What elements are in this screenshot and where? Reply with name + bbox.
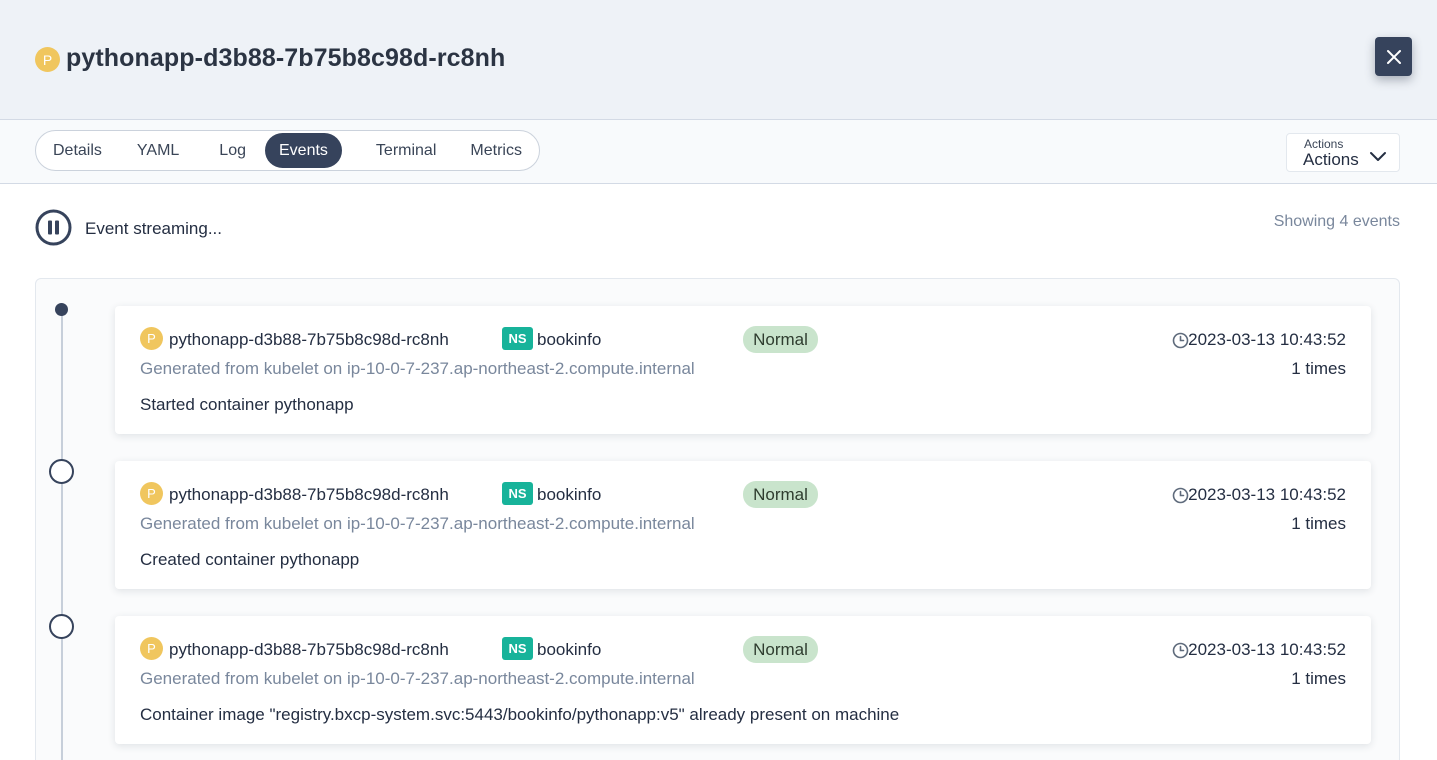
namespace-badge: NS	[502, 482, 533, 505]
tab-log[interactable]: Log	[200, 133, 265, 168]
tab-metrics[interactable]: Metrics	[456, 133, 536, 168]
tab-details[interactable]: Details	[39, 133, 116, 168]
event-type-badge: Normal	[743, 481, 818, 508]
event-stream-status: Event streaming... Showing 4 events	[35, 209, 1400, 247]
pod-type-badge: P	[140, 637, 163, 660]
event-type-badge: Normal	[743, 636, 818, 663]
close-icon	[1386, 49, 1401, 64]
event-card: P pythonapp-d3b88-7b75b8c98d-rc8nh NS bo…	[115, 461, 1371, 589]
event-count-times: 1 times	[1291, 514, 1346, 533]
page-title: pythonapp-d3b88-7b75b8c98d-rc8nh	[66, 44, 506, 72]
actions-dropdown[interactable]: Actions Actions	[1286, 133, 1400, 172]
event-time: 2023-03-13 10:43:52	[1188, 330, 1346, 349]
event-pod-link[interactable]: pythonapp-d3b88-7b75b8c98d-rc8nh	[169, 640, 449, 660]
namespace-badge: NS	[502, 637, 533, 660]
event-time: 2023-03-13 10:43:52	[1188, 640, 1346, 659]
event-time: 2023-03-13 10:43:52	[1188, 485, 1346, 504]
close-button[interactable]	[1375, 37, 1412, 76]
tab-terminal[interactable]: Terminal	[342, 133, 456, 168]
timeline-dot	[49, 614, 74, 639]
actions-label: Actions	[1303, 150, 1359, 169]
timeline-line	[61, 310, 63, 760]
chevron-down-icon	[1370, 152, 1386, 161]
clock-icon	[1172, 487, 1189, 504]
tab-yaml[interactable]: YAML	[116, 133, 200, 168]
clock-icon	[1172, 642, 1189, 659]
event-type-badge: Normal	[743, 326, 818, 353]
event-card: P pythonapp-d3b88-7b75b8c98d-rc8nh NS bo…	[115, 616, 1371, 744]
event-namespace-link[interactable]: bookinfo	[537, 330, 601, 350]
actions-small-label: Actions	[1304, 137, 1344, 151]
drawer-header: P pythonapp-d3b88-7b75b8c98d-rc8nh	[0, 0, 1437, 120]
event-card: P pythonapp-d3b88-7b75b8c98d-rc8nh NS bo…	[115, 306, 1371, 434]
event-count-times: 1 times	[1291, 359, 1346, 378]
tab-bar: Details YAML Log Events Terminal Metrics…	[0, 120, 1437, 184]
event-namespace-link[interactable]: bookinfo	[537, 485, 601, 505]
clock-icon	[1172, 332, 1189, 349]
event-pod-link[interactable]: pythonapp-d3b88-7b75b8c98d-rc8nh	[169, 330, 449, 350]
event-pod-link[interactable]: pythonapp-d3b88-7b75b8c98d-rc8nh	[169, 485, 449, 505]
pause-stream-button[interactable]	[35, 209, 72, 246]
namespace-badge: NS	[502, 327, 533, 350]
event-namespace-link[interactable]: bookinfo	[537, 640, 601, 660]
pod-type-badge: P	[140, 482, 163, 505]
pod-type-badge: P	[35, 47, 60, 72]
event-message: Container image "registry.bxcp-system.sv…	[140, 705, 900, 724]
timeline-dot-active	[55, 303, 68, 316]
event-message: Started container pythonapp	[140, 395, 354, 414]
event-source: Generated from kubelet on ip-10-0-7-237.…	[140, 514, 695, 533]
timeline-dot	[49, 459, 74, 484]
tab-events[interactable]: Events	[265, 133, 342, 168]
event-count-times: 1 times	[1291, 669, 1346, 688]
pause-icon	[35, 209, 72, 246]
event-source: Generated from kubelet on ip-10-0-7-237.…	[140, 359, 695, 378]
event-count: Showing 4 events	[1273, 213, 1400, 230]
event-message: Created container pythonapp	[140, 550, 360, 569]
stream-label: Event streaming...	[85, 219, 223, 238]
tab-group: Details YAML Log Events Terminal Metrics	[35, 130, 540, 171]
pod-type-badge: P	[140, 327, 163, 350]
event-source: Generated from kubelet on ip-10-0-7-237.…	[140, 669, 695, 688]
